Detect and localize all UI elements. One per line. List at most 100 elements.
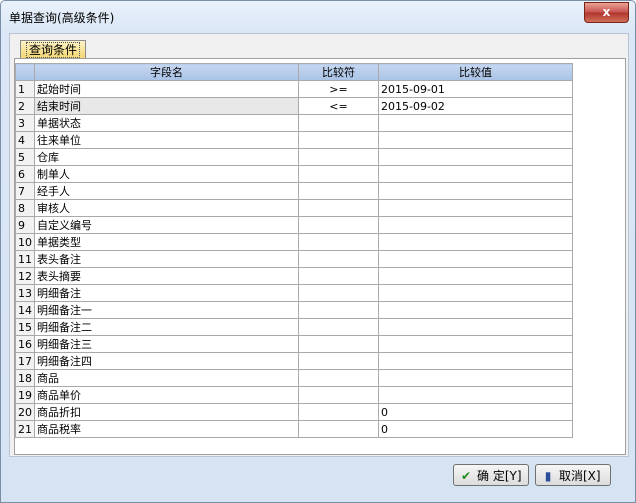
operator-cell[interactable] (298, 131, 379, 149)
operator-cell[interactable] (298, 199, 379, 217)
operator-cell[interactable] (298, 369, 379, 387)
table-row[interactable]: 4 往来单位 (15, 131, 573, 149)
field-name-cell[interactable]: 自定义编号 (34, 216, 299, 234)
operator-cell[interactable] (298, 301, 379, 319)
value-cell[interactable] (378, 216, 573, 234)
field-name-cell[interactable]: 仓库 (34, 148, 299, 166)
header-rownum (15, 63, 35, 81)
value-cell[interactable]: 2015-09-02 (378, 97, 573, 115)
table-row[interactable]: 19 商品单价 (15, 386, 573, 404)
field-name-cell[interactable]: 单据类型 (34, 233, 299, 251)
operator-cell[interactable] (298, 284, 379, 302)
table-row[interactable]: 21 商品税率 0 (15, 420, 573, 438)
value-cell[interactable] (378, 267, 573, 285)
field-name-cell[interactable]: 商品折扣 (34, 403, 299, 421)
operator-cell[interactable] (298, 352, 379, 370)
value-cell[interactable] (378, 148, 573, 166)
table-row[interactable]: 20 商品折扣 0 (15, 403, 573, 421)
field-name-cell[interactable]: 商品单价 (34, 386, 299, 404)
operator-cell[interactable] (298, 233, 379, 251)
header-value[interactable]: 比较值 (378, 63, 573, 81)
row-number: 10 (15, 233, 35, 251)
operator-cell[interactable] (298, 165, 379, 183)
operator-cell[interactable] (298, 335, 379, 353)
field-name-cell[interactable]: 起始时间 (34, 80, 299, 98)
field-name-cell[interactable]: 往来单位 (34, 131, 299, 149)
field-name-cell[interactable]: 审核人 (34, 199, 299, 217)
value-cell[interactable] (378, 318, 573, 336)
field-name-cell[interactable]: 商品 (34, 369, 299, 387)
value-cell[interactable] (378, 199, 573, 217)
operator-cell[interactable] (298, 420, 379, 438)
value-cell[interactable] (378, 233, 573, 251)
value-cell[interactable]: 0 (378, 403, 573, 421)
operator-cell[interactable]: <= (298, 97, 379, 115)
field-name-cell[interactable]: 明细备注一 (34, 301, 299, 319)
header-field[interactable]: 字段名 (34, 63, 299, 81)
table-row[interactable]: 7 经手人 (15, 182, 573, 200)
value-cell[interactable] (378, 386, 573, 404)
value-cell[interactable] (378, 369, 573, 387)
value-cell[interactable] (378, 165, 573, 183)
field-name-cell[interactable]: 商品税率 (34, 420, 299, 438)
field-name-cell[interactable]: 经手人 (34, 182, 299, 200)
close-button[interactable]: x (584, 2, 629, 23)
row-number: 12 (15, 267, 35, 285)
field-name-cell[interactable]: 明细备注 (34, 284, 299, 302)
row-number: 8 (15, 199, 35, 217)
title-bar[interactable]: 单据查询(高级条件) x (1, 1, 635, 33)
operator-cell[interactable] (298, 386, 379, 404)
operator-cell[interactable] (298, 216, 379, 234)
table-row[interactable]: 16 明细备注三 (15, 335, 573, 353)
field-name-cell[interactable]: 明细备注二 (34, 318, 299, 336)
table-row[interactable]: 9 自定义编号 (15, 216, 573, 234)
operator-cell[interactable] (298, 318, 379, 336)
value-cell[interactable] (378, 131, 573, 149)
field-name-cell[interactable]: 制单人 (34, 165, 299, 183)
dialog-body: 查询条件 字段名 比较符 比较值 1 起始时间 >= 2015-09-01 2 结束时间 <… (9, 33, 629, 457)
table-row[interactable]: 6 制单人 (15, 165, 573, 183)
value-cell[interactable]: 2015-09-01 (378, 80, 573, 98)
table-row[interactable]: 13 明细备注 (15, 284, 573, 302)
table-row[interactable]: 10 单据类型 (15, 233, 573, 251)
value-cell[interactable] (378, 301, 573, 319)
field-name-cell[interactable]: 表头备注 (34, 250, 299, 268)
table-row[interactable]: 12 表头摘要 (15, 267, 573, 285)
operator-cell[interactable] (298, 403, 379, 421)
operator-cell[interactable] (298, 114, 379, 132)
tab-query-conditions[interactable]: 查询条件 (20, 40, 86, 59)
operator-cell[interactable] (298, 250, 379, 268)
operator-cell[interactable] (298, 267, 379, 285)
table-row[interactable]: 3 单据状态 (15, 114, 573, 132)
value-cell[interactable] (378, 250, 573, 268)
field-name-cell[interactable]: 明细备注四 (34, 352, 299, 370)
field-name-cell[interactable]: 单据状态 (34, 114, 299, 132)
table-row[interactable]: 14 明细备注一 (15, 301, 573, 319)
table-row[interactable]: 8 审核人 (15, 199, 573, 217)
row-number: 17 (15, 352, 35, 370)
operator-cell[interactable] (298, 182, 379, 200)
header-operator[interactable]: 比较符 (298, 63, 379, 81)
table-row[interactable]: 2 结束时间 <= 2015-09-02 (15, 97, 573, 115)
operator-cell[interactable] (298, 148, 379, 166)
ok-button[interactable]: ✔ 确 定[Y] (453, 464, 529, 486)
value-cell[interactable] (378, 352, 573, 370)
field-name-cell[interactable]: 明细备注三 (34, 335, 299, 353)
operator-cell[interactable]: >= (298, 80, 379, 98)
tab-page: 字段名 比较符 比较值 1 起始时间 >= 2015-09-01 2 结束时间 <= 2015… (14, 58, 626, 455)
table-row[interactable]: 5 仓库 (15, 148, 573, 166)
value-cell[interactable] (378, 284, 573, 302)
table-row[interactable]: 18 商品 (15, 369, 573, 387)
value-cell[interactable] (378, 114, 573, 132)
table-row[interactable]: 15 明细备注二 (15, 318, 573, 336)
value-cell[interactable] (378, 182, 573, 200)
cancel-button[interactable]: ▮ 取消[X] (535, 464, 611, 486)
table-row[interactable]: 11 表头备注 (15, 250, 573, 268)
field-name-cell[interactable]: 结束时间 (34, 97, 299, 115)
table-row[interactable]: 17 明细备注四 (15, 352, 573, 370)
query-dialog: 单据查询(高级条件) x 查询条件 字段名 比较符 比较值 1 起始时间 >= 2 (0, 0, 636, 503)
field-name-cell[interactable]: 表头摘要 (34, 267, 299, 285)
value-cell[interactable]: 0 (378, 420, 573, 438)
value-cell[interactable] (378, 335, 573, 353)
table-row[interactable]: 1 起始时间 >= 2015-09-01 (15, 80, 573, 98)
